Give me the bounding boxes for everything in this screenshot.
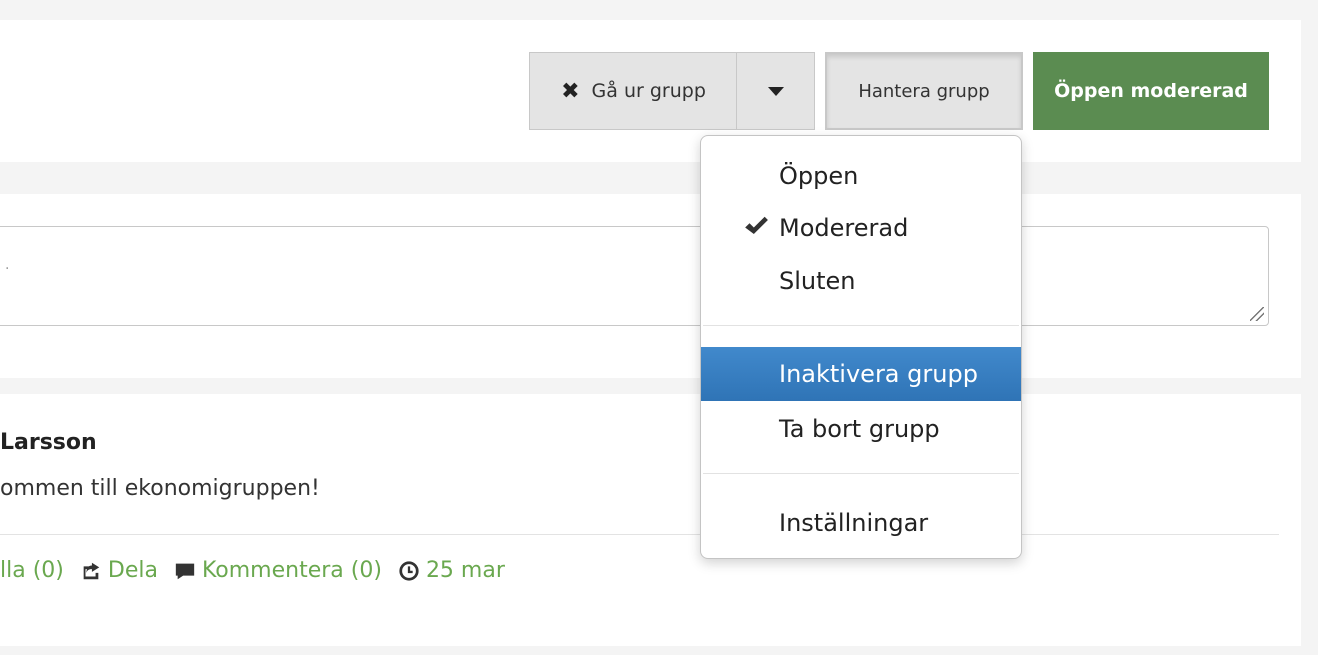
post-divider [0, 534, 1279, 535]
menu-item-settings[interactable]: Inställningar [701, 501, 1021, 544]
menu-item-moderated[interactable]: Modererad [701, 206, 1021, 249]
textarea-placeholder: . [5, 257, 10, 273]
post-author[interactable]: Larsson [0, 430, 97, 455]
menu-item-label: Sluten [779, 266, 856, 295]
feed-panel [0, 394, 1301, 646]
menu-item-delete-group[interactable]: Ta bort grupp [701, 407, 1021, 450]
menu-item-label: Modererad [779, 213, 909, 242]
menu-item-closed[interactable]: Sluten [701, 259, 1021, 302]
check-icon [745, 216, 768, 234]
menu-divider [703, 325, 1019, 326]
menu-divider [703, 473, 1019, 474]
comment-action[interactable]: Kommentera (0) [174, 558, 382, 583]
resize-grip-icon[interactable] [1250, 307, 1264, 321]
group-status-badge[interactable]: Öppen modererad [1033, 52, 1269, 130]
menu-item-label: Inställningar [779, 508, 929, 537]
manage-group-button[interactable]: Hantera grupp [825, 52, 1023, 130]
menu-item-label: Inaktivera grupp [779, 360, 978, 388]
comment-icon [175, 563, 195, 579]
menu-item-label: Ta bort grupp [779, 414, 940, 443]
menu-item-open[interactable]: Öppen [701, 154, 1021, 197]
timestamp-label: 25 mar [425, 558, 505, 583]
share-action[interactable]: Dela [80, 558, 158, 583]
share-label: Dela [107, 558, 158, 583]
menu-item-deactivate-group[interactable]: Inaktivera grupp [701, 347, 1021, 401]
like-action[interactable]: lla (0) [0, 558, 64, 583]
like-label: lla (0) [0, 558, 64, 583]
leave-group-label: Gå ur grupp [591, 80, 706, 102]
timestamp[interactable]: 25 mar [398, 558, 505, 583]
post-textarea[interactable]: . [0, 226, 1269, 326]
post-message: ommen till ekonomigruppen! [0, 476, 320, 501]
comment-label: Kommentera (0) [201, 558, 382, 583]
manage-group-label: Hantera grupp [858, 80, 990, 102]
leave-group-button[interactable]: ✖ Gå ur grupp [529, 52, 737, 130]
clock-icon [399, 560, 419, 581]
leave-group-dropdown-toggle[interactable] [736, 52, 815, 130]
menu-item-label: Öppen [779, 161, 859, 190]
caret-down-icon [767, 86, 784, 96]
x-icon: ✖ [561, 78, 580, 104]
group-status-label: Öppen modererad [1054, 80, 1248, 102]
share-icon [83, 562, 100, 579]
post-actions: lla (0) Dela Kommentera (0) 25 mar [0, 558, 521, 583]
manage-group-menu: Öppen Modererad Sluten Inaktivera grupp … [700, 135, 1022, 559]
